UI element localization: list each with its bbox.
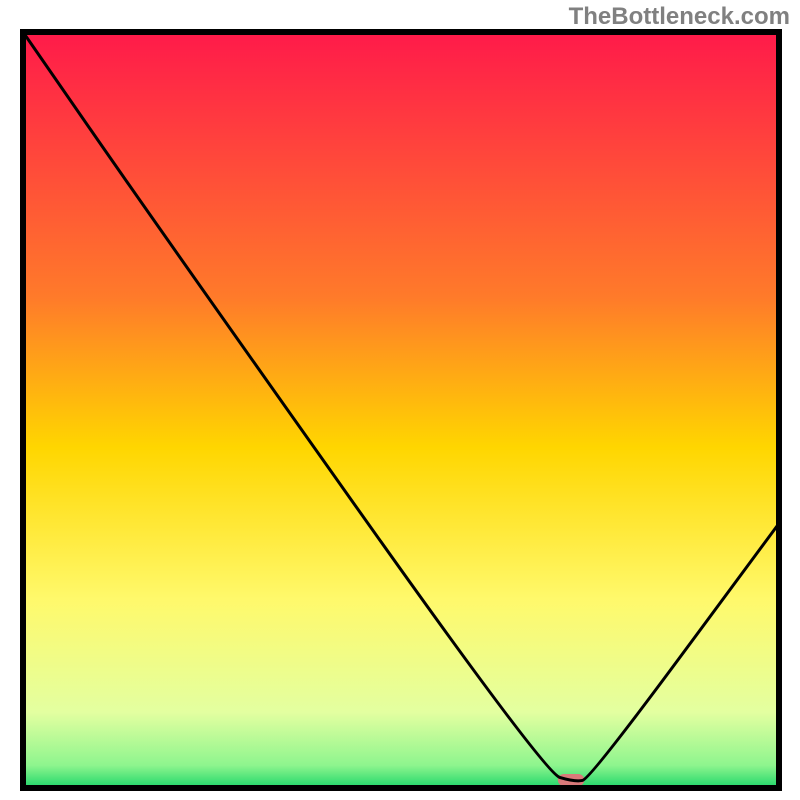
bottleneck-chart [0,0,800,800]
chart-container: TheBottleneck.com [0,0,800,800]
watermark-text: TheBottleneck.com [569,3,790,31]
